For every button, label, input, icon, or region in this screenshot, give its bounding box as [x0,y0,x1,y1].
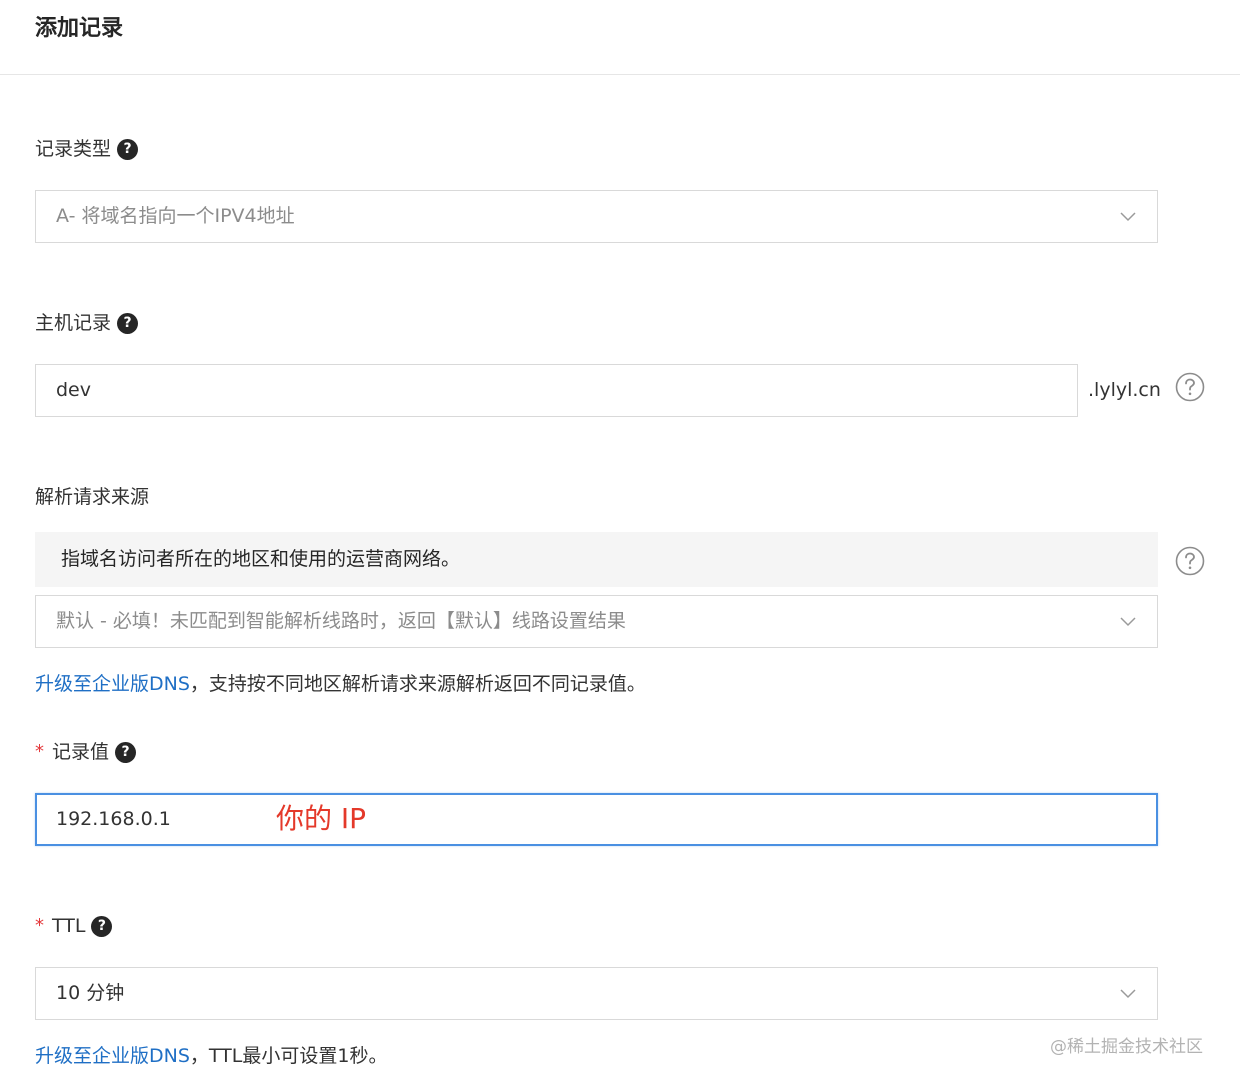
ip-annotation: 你的 IP [276,802,367,835]
resolution-source-info: 指域名访问者所在的地区和使用的运营商网络。 [35,532,1158,587]
host-record-label: 主机记录 [35,312,112,334]
resolution-source-info-text: 指域名访问者所在的地区和使用的运营商网络。 [61,548,461,570]
question-icon[interactable]: ? [91,915,113,937]
ttl-label-row: * TTL ? [35,913,113,939]
record-value-label-row: * 记录值 ? [35,739,137,765]
chevron-down-icon [1120,617,1136,627]
record-value-text: 192.168.0.1 [56,808,171,830]
question-icon[interactable]: ? [115,741,137,763]
help-circle-icon[interactable] [1175,372,1205,402]
ttl-select[interactable]: 10 分钟 [35,967,1158,1020]
resolution-line-value: 默认 - 必填！未匹配到智能解析线路时，返回【默认】线路设置结果 [56,610,626,632]
ttl-label: TTL [52,915,86,937]
record-type-select[interactable]: A- 将域名指向一个IPV4地址 [35,190,1158,243]
question-icon[interactable]: ? [117,312,139,334]
dialog-header: 添加记录 [0,0,1240,75]
upgrade-dns-link[interactable]: 升级至企业版DNS [35,1045,190,1067]
ttl-upgrade-tip: 升级至企业版DNS，TTL最小可设置1秒。 [35,1043,387,1069]
question-icon[interactable]: ? [117,138,139,160]
record-type-value: A- 将域名指向一个IPV4地址 [56,205,295,227]
chevron-down-icon [1120,212,1136,222]
host-record-value: dev [56,379,91,401]
upgrade-dns-link[interactable]: 升级至企业版DNS [35,673,190,695]
host-record-input[interactable]: dev [35,364,1078,417]
host-record-label-row: 主机记录 ? [35,310,139,336]
chevron-down-icon [1120,989,1136,999]
record-type-label: 记录类型 [35,138,112,160]
record-value-input[interactable]: 192.168.0.1 [35,793,1158,846]
required-mark: * [35,915,44,936]
required-mark: * [35,741,44,762]
ttl-value: 10 分钟 [56,982,125,1004]
resolution-line-select[interactable]: 默认 - 必填！未匹配到智能解析线路时，返回【默认】线路设置结果 [35,595,1158,648]
watermark: @稀土掘金技术社区 [1050,1037,1203,1057]
help-circle-icon[interactable] [1175,546,1205,576]
dialog-title: 添加记录 [35,16,124,41]
record-value-label: 记录值 [52,741,110,763]
resolution-upgrade-tip: 升级至企业版DNS，支持按不同地区解析请求来源解析返回不同记录值。 [35,671,646,697]
resolution-source-label-row: 解析请求来源 [35,484,149,510]
record-type-label-row: 记录类型 ? [35,136,139,162]
resolution-source-label: 解析请求来源 [35,486,150,508]
resolution-upgrade-tip-text: ，支持按不同地区解析请求来源解析返回不同记录值。 [189,673,646,695]
ttl-upgrade-tip-text: ，TTL最小可设置1秒。 [189,1045,388,1067]
domain-suffix: .lylyl.cn [1088,379,1161,401]
